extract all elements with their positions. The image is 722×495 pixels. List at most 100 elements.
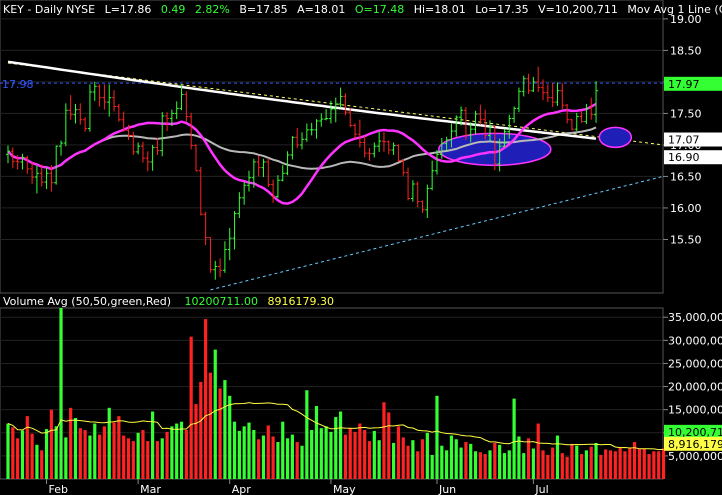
volume-value: 10200711.00	[185, 295, 258, 308]
volume-bar	[83, 430, 87, 479]
volume-bar	[531, 448, 535, 479]
volume-bar	[141, 430, 145, 479]
volume-bar	[459, 447, 463, 479]
header-lo: Lo=17.35	[475, 3, 528, 16]
volume-bar	[49, 409, 53, 479]
volume-bar	[146, 441, 150, 479]
volume-bar	[628, 448, 632, 479]
volume-bar	[310, 430, 314, 479]
volume-bar	[237, 430, 241, 479]
volume-bar	[131, 441, 135, 479]
volume-bar	[88, 435, 92, 479]
ma-price-tag: 17.07	[668, 134, 700, 147]
volume-bar	[194, 404, 198, 479]
volume-bar	[136, 432, 140, 479]
price-tick-label: 16.50	[670, 170, 702, 183]
volume-bar	[35, 444, 39, 479]
volume-bar	[64, 437, 68, 479]
volume-bar	[25, 416, 29, 479]
header-hi: Hi=18.01	[414, 3, 466, 16]
volume-bar	[473, 451, 478, 479]
volume-bar	[657, 451, 661, 479]
volume-bar	[551, 447, 555, 479]
volume-bar	[155, 441, 160, 479]
volume-bar	[20, 430, 25, 479]
volume-bar	[565, 456, 569, 479]
volume-bar	[16, 438, 20, 479]
volume-bar	[575, 445, 579, 479]
volume-bar	[613, 451, 617, 479]
volume-bar	[493, 442, 497, 479]
volume-bar	[338, 411, 343, 479]
volume-bar	[223, 380, 227, 479]
month-label: Jun	[438, 483, 456, 495]
volume-bar	[541, 450, 545, 479]
volume-bar	[507, 450, 511, 479]
volume-bar	[252, 430, 256, 479]
stock-chart[interactable]: 19.0018.5018.0017.5017.0016.5016.0015.50…	[0, 0, 722, 495]
volume-bar	[449, 435, 454, 479]
volume-tags: 10,200,7118,916,179	[664, 424, 722, 451]
ma2-price-tag: 16.90	[668, 151, 700, 164]
volume-bar	[420, 439, 425, 479]
volume-tick-label: 20,000,000	[668, 381, 722, 394]
volume-bar	[401, 437, 405, 479]
volume-bar	[526, 438, 531, 479]
volume-bar	[232, 421, 237, 479]
volume-bar	[266, 425, 270, 479]
month-label: Feb	[49, 483, 68, 495]
volume-bar	[290, 434, 294, 479]
header-bid: B=17.85	[239, 3, 287, 16]
volume-bar	[78, 428, 82, 479]
month-label: Mar	[140, 483, 161, 495]
volume-bar	[488, 450, 492, 479]
volume-bar	[478, 452, 482, 479]
volume-bar	[589, 446, 593, 479]
volume-bar	[122, 435, 126, 479]
volume-bar	[348, 428, 352, 479]
volume-bar	[107, 407, 111, 479]
volume-tick-label: 35,000,000	[668, 311, 722, 324]
volume-title: Volume Avg (50,50,green,Red)	[3, 295, 171, 308]
volume-bar	[406, 445, 410, 479]
volume-header: Volume Avg (50,50,green,Red) 10200711.00…	[3, 295, 334, 308]
volume-bar	[661, 448, 666, 479]
volume-bar	[560, 453, 564, 479]
volume-bar	[281, 421, 285, 479]
volume-bar	[454, 439, 458, 479]
volume-bar	[498, 444, 502, 479]
volume-bar	[387, 412, 391, 479]
volume-bar	[536, 423, 540, 479]
volume-bar	[276, 442, 280, 479]
volume-bar	[208, 372, 213, 479]
volume-bar	[343, 434, 347, 479]
volume-bar	[555, 435, 560, 479]
volume-bar	[469, 443, 473, 479]
volume-bar	[652, 451, 656, 479]
volume-bar	[372, 430, 376, 479]
volume-bar	[199, 381, 203, 479]
volume-bar	[189, 336, 193, 479]
volume-bar	[363, 430, 367, 479]
price-tick-label: 17.50	[670, 107, 702, 120]
month-label: Apr	[232, 483, 252, 495]
volume-bar	[517, 436, 521, 479]
volume-bar	[69, 407, 73, 479]
volume-bar	[642, 448, 646, 479]
volume-avg-tag: 8,916,179	[668, 438, 722, 451]
volume-bar	[647, 454, 651, 479]
volume-bar	[228, 395, 232, 479]
volume-bar	[261, 435, 266, 479]
volume-avg-value: 8916179.30	[268, 295, 334, 308]
volume-bar	[618, 447, 622, 479]
price-header: KEY - Daily NYSE L=17.86 0.49 2.82% B=17…	[3, 3, 722, 16]
volume-bar	[213, 349, 217, 479]
volume-bar	[440, 445, 444, 479]
volume-bar	[175, 423, 179, 479]
volume-bar	[599, 454, 603, 479]
volume-bar	[579, 454, 584, 479]
volume-bar	[160, 438, 164, 479]
volume-bar	[353, 431, 357, 479]
header-last: L=17.86	[105, 3, 152, 16]
volume-bar	[305, 390, 309, 479]
